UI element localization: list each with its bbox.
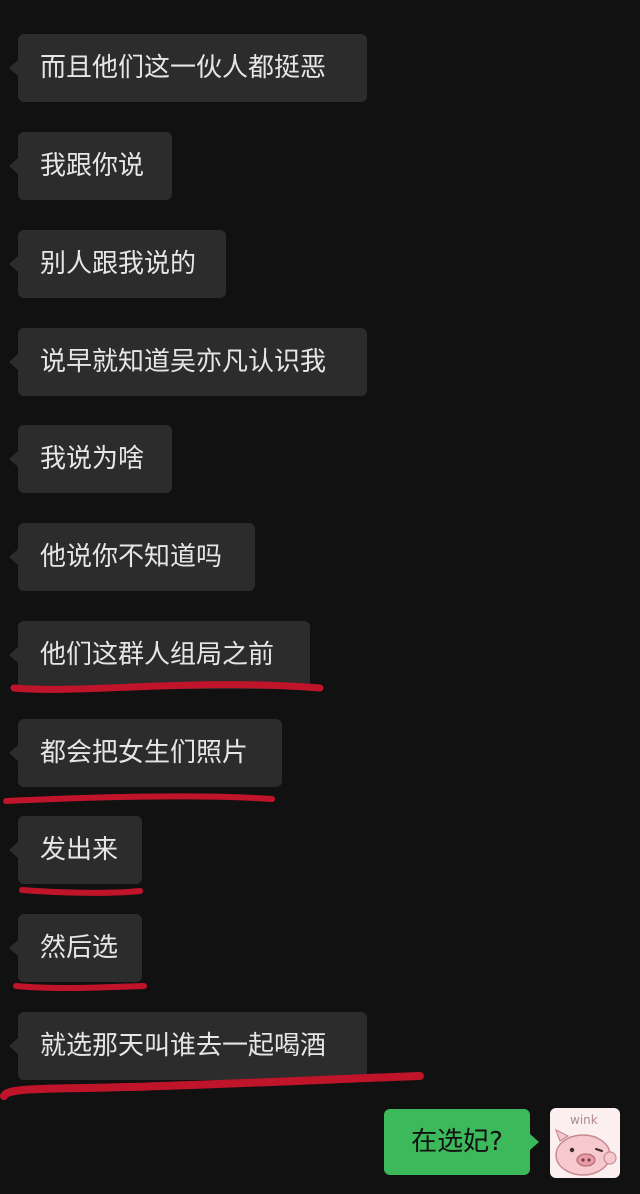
incoming-message[interactable]: 发出来 [9,816,142,884]
avatar-sticker-text: wink [570,1113,598,1127]
avatar[interactable]: wink [550,1108,620,1178]
incoming-message[interactable]: 而且他们这一伙人都挺恶 [9,34,367,102]
incoming-message[interactable]: 我跟你说 [9,132,172,200]
incoming-message[interactable]: 说早就知道吴亦凡认识我 [9,328,367,396]
incoming-message[interactable]: 他说你不知道吗 [9,523,255,591]
underline-mark [13,983,147,992]
incoming-message[interactable]: 都会把女生们照片 [9,719,282,787]
chat-thread: 而且他们这一伙人都挺恶 我跟你说 别人跟我说的 说早就知道吴亦凡认识我 我说为啥… [0,0,640,1194]
underline-mark [3,793,275,804]
incoming-message[interactable]: 别人跟我说的 [9,230,226,298]
underline-mark [19,887,143,896]
incoming-message[interactable]: 他们这群人组局之前 [9,621,310,689]
incoming-message[interactable]: 就选那天叫谁去一起喝酒 [9,1012,367,1080]
outgoing-message[interactable]: 在选妃? [384,1109,539,1175]
pig-face-icon: wink [554,1113,617,1176]
incoming-message[interactable]: 我说为啥 [9,425,172,493]
incoming-message[interactable]: 然后选 [9,914,142,982]
